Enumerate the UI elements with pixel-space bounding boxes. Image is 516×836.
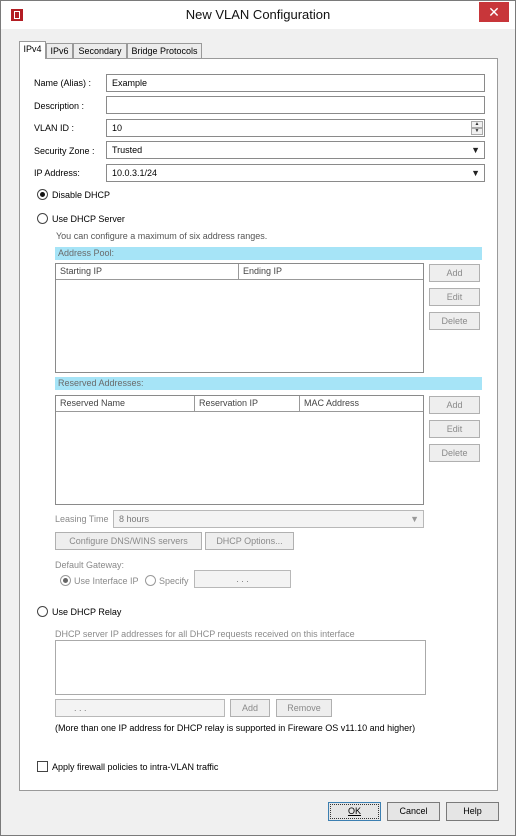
use-dhcp-server-radio[interactable] xyxy=(37,213,48,224)
tab-ipv4[interactable]: IPv4 xyxy=(19,41,46,59)
reserved-addresses-table[interactable]: Reserved Name Reservation IP MAC Address xyxy=(55,395,424,505)
reserved-delete-button[interactable]: Delete xyxy=(429,444,480,462)
vlan-id-spinner[interactable]: ▲ ▼ xyxy=(471,121,483,135)
chevron-down-icon: ▼ xyxy=(471,168,480,178)
reserved-edit-button[interactable]: Edit xyxy=(429,420,480,438)
tab-bridge-protocols[interactable]: Bridge Protocols xyxy=(127,43,202,59)
relay-ip-input[interactable]: . . . xyxy=(55,699,225,717)
tab-ipv6[interactable]: IPv6 xyxy=(46,43,73,59)
use-interface-ip-label: Use Interface IP xyxy=(74,576,139,586)
apply-firewall-policies-checkbox[interactable] xyxy=(37,761,48,772)
spin-down-icon[interactable]: ▼ xyxy=(471,128,483,135)
close-button[interactable]: ✕ xyxy=(479,2,509,22)
relay-servers-list[interactable] xyxy=(55,640,426,695)
name-label: Name (Alias) : xyxy=(34,78,92,88)
column-header-starting-ip[interactable]: Starting IP xyxy=(56,264,239,280)
window-title: New VLAN Configuration xyxy=(185,7,331,22)
security-zone-value: Trusted xyxy=(112,145,143,155)
leasing-time-label: Leasing Time xyxy=(55,514,109,524)
ipv4-tab-panel: Name (Alias) : Example Description : VLA… xyxy=(19,58,498,791)
column-header-mac-address[interactable]: MAC Address xyxy=(300,396,423,412)
name-input[interactable]: Example xyxy=(106,74,485,92)
ip-address-select[interactable]: 10.0.3.1/24 ▼ xyxy=(106,164,485,182)
disable-dhcp-label: Disable DHCP xyxy=(52,190,111,200)
use-dhcp-server-label: Use DHCP Server xyxy=(52,214,125,224)
chevron-down-icon: ▼ xyxy=(410,514,419,524)
pool-edit-button[interactable]: Edit xyxy=(429,288,480,306)
column-header-reserved-name[interactable]: Reserved Name xyxy=(56,396,195,412)
security-zone-select[interactable]: Trusted ▼ xyxy=(106,141,485,159)
pool-add-button[interactable]: Add xyxy=(429,264,480,282)
specify-gateway-label: Specify xyxy=(159,576,189,586)
reserved-addresses-header: Reserved Addresses: xyxy=(55,377,482,390)
vlan-id-label: VLAN ID : xyxy=(34,123,75,133)
configure-dns-wins-button[interactable]: Configure DNS/WINS servers xyxy=(55,532,202,550)
apply-firewall-policies-label: Apply firewall policies to intra-VLAN tr… xyxy=(52,762,219,772)
help-button[interactable]: Help xyxy=(446,802,499,821)
description-input[interactable] xyxy=(106,96,485,114)
use-dhcp-relay-label: Use DHCP Relay xyxy=(52,607,122,617)
spin-up-icon[interactable]: ▲ xyxy=(471,121,483,128)
default-gateway-label: Default Gateway: xyxy=(55,560,125,570)
specify-gateway-ip-input[interactable]: . . . xyxy=(194,570,291,588)
relay-version-footnote: (More than one IP address for DHCP relay… xyxy=(55,723,416,733)
address-pool-table[interactable]: Starting IP Ending IP xyxy=(55,263,424,373)
vlan-id-input[interactable]: 10 ▲ ▼ xyxy=(106,119,485,137)
leasing-time-select[interactable]: 8 hours ▼ xyxy=(113,510,424,528)
ok-button[interactable]: OK xyxy=(328,802,381,821)
specify-gateway-radio[interactable] xyxy=(145,575,156,586)
address-pool-header: Address Pool: xyxy=(55,247,482,260)
dhcp-options-button[interactable]: DHCP Options... xyxy=(205,532,294,550)
chevron-down-icon: ▼ xyxy=(471,145,480,155)
pool-delete-button[interactable]: Delete xyxy=(429,312,480,330)
ip-address-value: 10.0.3.1/24 xyxy=(112,168,158,178)
description-label: Description : xyxy=(34,101,85,111)
ip-address-label: IP Address: xyxy=(34,168,80,178)
relay-servers-note: DHCP server IP addresses for all DHCP re… xyxy=(55,629,355,639)
relay-remove-button[interactable]: Remove xyxy=(276,699,332,717)
use-dhcp-relay-radio[interactable] xyxy=(37,606,48,617)
tab-secondary[interactable]: Secondary xyxy=(73,43,127,59)
address-range-note: You can configure a maximum of six addre… xyxy=(56,231,268,241)
security-zone-label: Security Zone : xyxy=(34,146,95,156)
leasing-time-value: 8 hours xyxy=(119,514,150,524)
vlan-id-value: 10 xyxy=(112,123,123,133)
column-header-ending-ip[interactable]: Ending IP xyxy=(239,264,423,280)
column-header-reservation-ip[interactable]: Reservation IP xyxy=(195,396,300,412)
use-interface-ip-radio[interactable] xyxy=(60,575,71,586)
title-bar: New VLAN Configuration ✕ xyxy=(1,1,515,29)
cancel-button[interactable]: Cancel xyxy=(387,802,440,821)
relay-add-button[interactable]: Add xyxy=(230,699,270,717)
vlan-config-dialog: New VLAN Configuration ✕ IPv4 IPv6 Secon… xyxy=(0,0,516,836)
reserved-add-button[interactable]: Add xyxy=(429,396,480,414)
disable-dhcp-radio[interactable] xyxy=(37,189,48,200)
